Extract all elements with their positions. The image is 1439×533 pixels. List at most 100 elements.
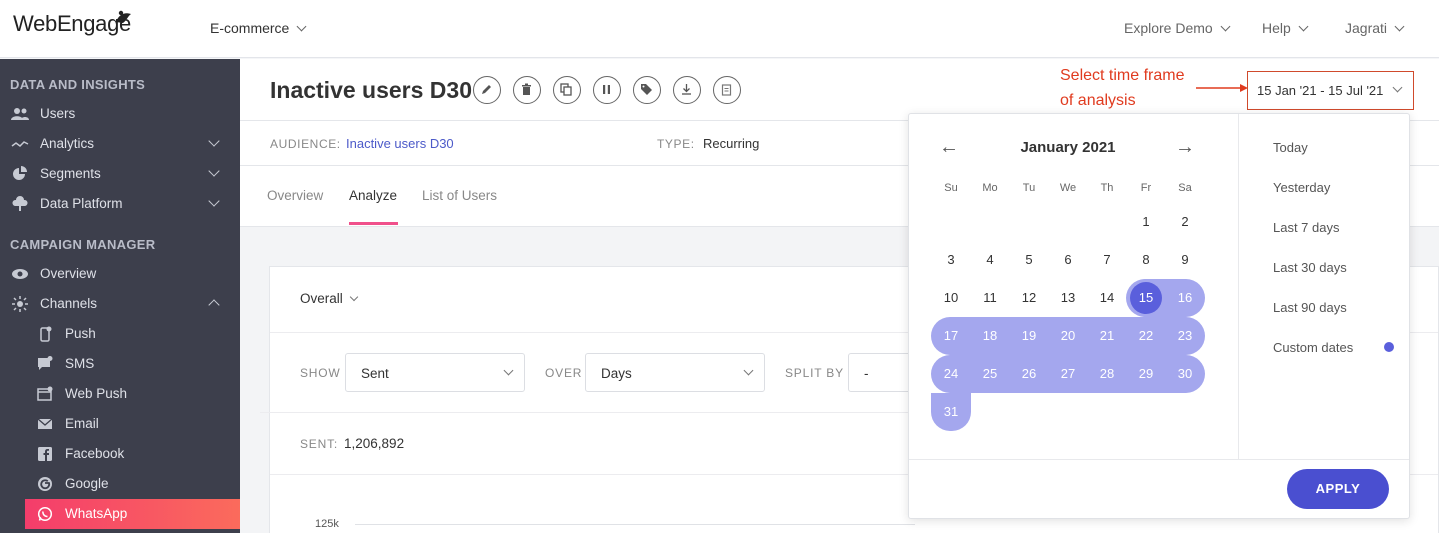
chevron-down-icon: [743, 365, 754, 376]
sidebar-item-channels[interactable]: Channels: [0, 289, 240, 319]
sidebar-item-email[interactable]: Email: [25, 409, 240, 439]
quick-range-yesterday[interactable]: Yesterday: [1273, 180, 1330, 195]
copy-icon: [560, 83, 572, 96]
show-select[interactable]: Sent: [345, 353, 525, 392]
sidebar-item-sms[interactable]: SMS: [25, 349, 240, 379]
calendar-day[interactable]: 11: [972, 280, 1008, 316]
sidebar-item-push[interactable]: Push: [25, 319, 240, 349]
overall-label: Overall: [300, 291, 343, 306]
calendar-day[interactable]: 25: [972, 356, 1008, 392]
divider: [909, 459, 1409, 460]
calendar-day[interactable]: 24: [933, 356, 969, 392]
edit-button[interactable]: [473, 76, 501, 104]
calendar-day[interactable]: 2: [1167, 204, 1203, 240]
tab-overview[interactable]: Overview: [267, 188, 323, 203]
overall-dropdown[interactable]: Overall: [300, 291, 359, 306]
calendar-day[interactable]: 18: [972, 318, 1008, 354]
calendar-day[interactable]: 13: [1050, 280, 1086, 316]
download-icon: [682, 84, 691, 95]
calendar-day[interactable]: 26: [1011, 356, 1047, 392]
calendar-day[interactable]: 16: [1167, 280, 1203, 316]
sidebar-item-label: Google: [65, 476, 109, 491]
tab-list-of-users[interactable]: List of Users: [422, 188, 497, 203]
google-icon: [38, 477, 52, 491]
webengage-logo[interactable]: WebEngage: [13, 10, 131, 37]
sidebar-item-whatsapp[interactable]: WhatsApp: [25, 499, 240, 529]
pencil-icon: [482, 85, 491, 94]
apply-button[interactable]: APPLY: [1287, 469, 1389, 509]
calendar-day[interactable]: 21: [1089, 318, 1125, 354]
section-data-insights: DATA AND INSIGHTS: [10, 77, 146, 92]
sidebar: DATA AND INSIGHTS Users Analytics Segmen…: [0, 59, 240, 533]
explore-demo-label: Explore Demo: [1124, 20, 1213, 36]
sidebar-item-overview[interactable]: Overview: [0, 259, 240, 289]
explore-demo-menu[interactable]: Explore Demo: [1124, 20, 1231, 36]
audience-label: AUDIENCE:: [270, 137, 341, 151]
calendar-day[interactable]: 6: [1050, 242, 1086, 278]
pause-button[interactable]: [593, 76, 621, 104]
quick-range-last-90-days[interactable]: Last 90 days: [1273, 300, 1347, 315]
calendar-day[interactable]: 10: [933, 280, 969, 316]
quick-range-last-30-days[interactable]: Last 30 days: [1273, 260, 1347, 275]
calendar-day[interactable]: 31: [933, 394, 969, 430]
section-campaign-manager: CAMPAIGN MANAGER: [10, 237, 156, 252]
quick-range-today[interactable]: Today: [1273, 140, 1308, 155]
project-selector[interactable]: E-commerce: [210, 20, 307, 36]
weekday-label: Tu: [1022, 182, 1036, 194]
sidebar-item-label: Users: [40, 106, 76, 121]
split-by-label: SPLIT BY: [785, 366, 844, 380]
sidebar-item-data-platform[interactable]: Data Platform: [0, 189, 240, 219]
calendar-day[interactable]: 5: [1011, 242, 1047, 278]
over-select[interactable]: Days: [585, 353, 765, 392]
pause-icon: [603, 85, 610, 94]
tag-icon: [641, 84, 652, 95]
next-month-button[interactable]: →: [1175, 136, 1195, 159]
download-button[interactable]: [673, 76, 701, 104]
calendar-day[interactable]: 14: [1089, 280, 1125, 316]
calendar-day[interactable]: 1: [1128, 204, 1164, 240]
tag-button[interactable]: [633, 76, 661, 104]
tab-analyze[interactable]: Analyze: [349, 188, 397, 203]
calendar-day[interactable]: 20: [1050, 318, 1086, 354]
user-menu[interactable]: Jagrati: [1345, 20, 1405, 36]
calendar-day[interactable]: 9: [1167, 242, 1203, 278]
calendar-day[interactable]: 7: [1089, 242, 1125, 278]
calendar-day[interactable]: 22: [1128, 318, 1164, 354]
sidebar-item-web-push[interactable]: Web Push: [25, 379, 240, 409]
duplicate-button[interactable]: [553, 76, 581, 104]
date-range-picker[interactable]: 15 Jan '21 - 15 Jul '21: [1247, 71, 1414, 110]
quick-range-last-7-days[interactable]: Last 7 days: [1273, 220, 1340, 235]
weekday-label: Sa: [1178, 182, 1192, 194]
audience-link[interactable]: Inactive users D30: [346, 136, 454, 151]
help-label: Help: [1262, 20, 1291, 36]
sidebar-item-facebook[interactable]: Facebook: [25, 439, 240, 469]
annotation-arrow-icon: [1196, 84, 1248, 92]
chevron-down-icon: [296, 21, 307, 32]
page-title: Inactive users D30: [270, 77, 473, 103]
sidebar-item-analytics[interactable]: Analytics: [0, 129, 240, 159]
calendar-day[interactable]: 15: [1128, 280, 1164, 316]
calendar-day[interactable]: 12: [1011, 280, 1047, 316]
sidebar-item-segments[interactable]: Segments: [0, 159, 240, 189]
calendar-day[interactable]: 28: [1089, 356, 1125, 392]
pie-icon: [13, 166, 27, 180]
quick-range-custom-dates[interactable]: Custom dates: [1273, 340, 1353, 355]
calendar-day[interactable]: 19: [1011, 318, 1047, 354]
sidebar-item-google[interactable]: Google: [25, 469, 240, 499]
calendar-day[interactable]: 8: [1128, 242, 1164, 278]
calendar-day[interactable]: 30: [1167, 356, 1203, 392]
chevron-down-icon: [1394, 21, 1405, 32]
chevron-down-icon: [1220, 21, 1231, 32]
delete-button[interactable]: [513, 76, 541, 104]
calendar-day[interactable]: 17: [933, 318, 969, 354]
calendar-day[interactable]: 3: [933, 242, 969, 278]
bird-icon: [116, 10, 131, 23]
calendar-day[interactable]: 27: [1050, 356, 1086, 392]
calendar-day[interactable]: 23: [1167, 318, 1203, 354]
calendar-day[interactable]: 4: [972, 242, 1008, 278]
calendar-day[interactable]: 29: [1128, 356, 1164, 392]
help-menu[interactable]: Help: [1262, 20, 1309, 36]
sidebar-item-label: Web Push: [65, 386, 128, 401]
report-button[interactable]: [713, 76, 741, 104]
sidebar-item-users[interactable]: Users: [0, 99, 240, 129]
